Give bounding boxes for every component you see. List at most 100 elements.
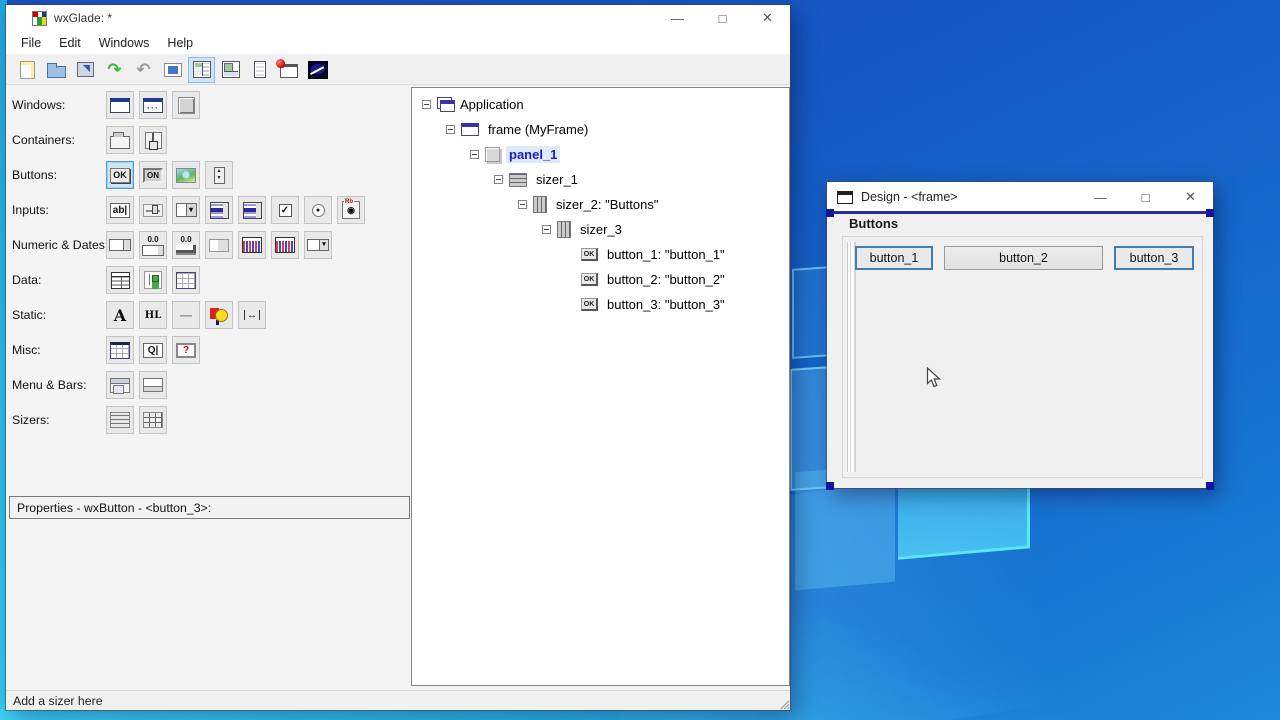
save-button[interactable]	[72, 57, 99, 83]
template-button[interactable]	[304, 57, 331, 83]
add-choice-button[interactable]	[205, 196, 233, 224]
add-radio-box-button[interactable]: ◉	[337, 196, 365, 224]
palette-row: Windows:	[12, 91, 411, 119]
design-close-button[interactable]: ✕	[1168, 182, 1213, 212]
hyperlink-widget-icon: HL	[144, 309, 162, 321]
preview-button[interactable]	[159, 57, 186, 83]
add-custom-widget-button[interactable]: ?	[172, 336, 200, 364]
tree-expander-icon[interactable]	[422, 100, 431, 109]
add-slider-button[interactable]	[139, 196, 167, 224]
add-checkbox-button[interactable]: ✓	[271, 196, 299, 224]
tree-item-button-3[interactable]: button_3: "button_3"	[412, 292, 789, 317]
add-text-ctrl-button[interactable]: ab|	[106, 196, 134, 224]
add-radio-button-button[interactable]: ●	[304, 196, 332, 224]
static-box-border	[842, 236, 1203, 478]
tree-expander-icon[interactable]	[470, 150, 479, 159]
design-canvas[interactable]: Buttons button_1 button_2 button_3	[829, 214, 1211, 486]
add-hyperlink-button[interactable]: HL	[139, 301, 167, 329]
layout-2-button[interactable]	[217, 57, 244, 83]
design-minimize-button[interactable]: —	[1078, 182, 1123, 212]
add-splitter-button[interactable]	[139, 126, 167, 154]
menu-help[interactable]: Help	[158, 33, 202, 53]
tree-item-button-2[interactable]: button_2: "button_2"	[412, 267, 789, 292]
resize-grip-icon[interactable]	[778, 698, 789, 709]
tree-item-sizer-2[interactable]: sizer_2: "Buttons"	[412, 192, 789, 217]
add-static-text-button[interactable]: A	[106, 301, 134, 329]
tree-expander-icon[interactable]	[494, 175, 503, 184]
pin-design-window-button[interactable]	[275, 57, 302, 83]
add-spin-field-button[interactable]	[106, 231, 134, 259]
new-button[interactable]	[14, 57, 41, 83]
tree-expander-icon[interactable]	[446, 125, 455, 134]
layout-3-button[interactable]	[246, 57, 273, 83]
add-calendar-button[interactable]	[238, 231, 266, 259]
add-panel-button[interactable]	[172, 91, 200, 119]
minimize-button[interactable]: —	[655, 5, 700, 31]
add-tree-ctrl-button[interactable]	[139, 266, 167, 294]
tree-item-sizer-1[interactable]: sizer_1	[412, 167, 789, 192]
add-date-picker-button[interactable]	[304, 231, 332, 259]
layout-1-icon	[192, 61, 211, 78]
layout-1-button[interactable]	[188, 56, 215, 83]
tree-item-button-1[interactable]: button_1: "button_1"	[412, 242, 789, 267]
close-button[interactable]: ✕	[745, 5, 790, 31]
box-sizer-widget-icon	[110, 412, 130, 428]
maximize-button[interactable]: □	[700, 5, 745, 31]
add-menu-bar-button[interactable]	[106, 371, 134, 399]
design-title-bar[interactable]: Design - <frame> — □ ✕	[827, 182, 1213, 212]
menu-edit[interactable]: Edit	[50, 33, 90, 53]
sizer-handle[interactable]	[847, 242, 856, 472]
add-property-grid-button[interactable]	[106, 336, 134, 364]
add-toggle-button-button[interactable]: ON	[139, 161, 167, 189]
redo-button[interactable]: ↷	[101, 57, 128, 83]
tree-expander-icon[interactable]	[542, 225, 551, 234]
add-frame-button[interactable]	[106, 91, 134, 119]
palette-row-label: Sizers:	[12, 413, 50, 427]
tree-item-panel-1[interactable]: panel_1	[412, 142, 789, 167]
add-box-sizer-button[interactable]	[106, 406, 134, 434]
main-title-bar[interactable]: wxGlade: * — □ ✕	[6, 5, 790, 31]
add-notebook-button[interactable]	[106, 126, 134, 154]
add-search-ctrl-button[interactable]: Q|	[139, 336, 167, 364]
palette-row-label: Data:	[12, 273, 42, 287]
grid-sizer-widget-icon	[143, 412, 163, 428]
menu-windows[interactable]: Windows	[90, 33, 159, 53]
open-button[interactable]	[43, 57, 70, 83]
add-bitmap-button-button[interactable]	[172, 161, 200, 189]
add-combo-box-button[interactable]	[172, 196, 200, 224]
undo-button[interactable]: ↶	[130, 57, 157, 83]
add-spin-button-button[interactable]	[205, 161, 233, 189]
tree-expander-icon[interactable]	[518, 200, 527, 209]
add-grid-sizer-button[interactable]	[139, 406, 167, 434]
tree-item-label: panel_1	[506, 146, 561, 163]
menu-file[interactable]: File	[12, 33, 50, 53]
add-slider-double-button[interactable]: 0.0	[172, 231, 200, 259]
design-button-3[interactable]: button_3	[1114, 246, 1194, 270]
design-button-1[interactable]: button_1	[855, 246, 933, 270]
design-button-2[interactable]: button_2	[944, 246, 1103, 270]
add-spin-ctrl-double-button[interactable]: 0.0	[139, 231, 167, 259]
add-gauge-button[interactable]	[205, 231, 233, 259]
preview-icon	[163, 62, 182, 77]
add-button-button[interactable]: OK	[106, 161, 134, 189]
add-static-line-button[interactable]: —	[172, 301, 200, 329]
add-spin-ctrl-button[interactable]	[238, 196, 266, 224]
tree-item-frame[interactable]: frame (MyFrame)	[412, 117, 789, 142]
add-spacer-button[interactable]: ↔	[238, 301, 266, 329]
add-status-bar-button[interactable]	[139, 371, 167, 399]
custom-widget-icon: ?	[176, 342, 196, 358]
tree-item-label: button_3: "button_3"	[607, 297, 725, 312]
add-list-ctrl-button[interactable]	[106, 266, 134, 294]
design-window-title: Design - <frame>	[861, 190, 958, 204]
palette-row-label: Containers:	[12, 133, 75, 147]
palette-row: Misc: Q| ?	[12, 336, 411, 364]
tree-item-sizer-3[interactable]: sizer_3	[412, 217, 789, 242]
design-maximize-button[interactable]: □	[1123, 182, 1168, 212]
add-generic-calendar-button[interactable]	[271, 231, 299, 259]
add-grid-button[interactable]	[172, 266, 200, 294]
add-dialog-button[interactable]	[139, 91, 167, 119]
add-static-bitmap-button[interactable]	[205, 301, 233, 329]
status-bar-widget-icon	[143, 378, 163, 392]
tree-item-label: frame (MyFrame)	[488, 122, 589, 137]
tree-item-application[interactable]: Application	[412, 92, 789, 117]
